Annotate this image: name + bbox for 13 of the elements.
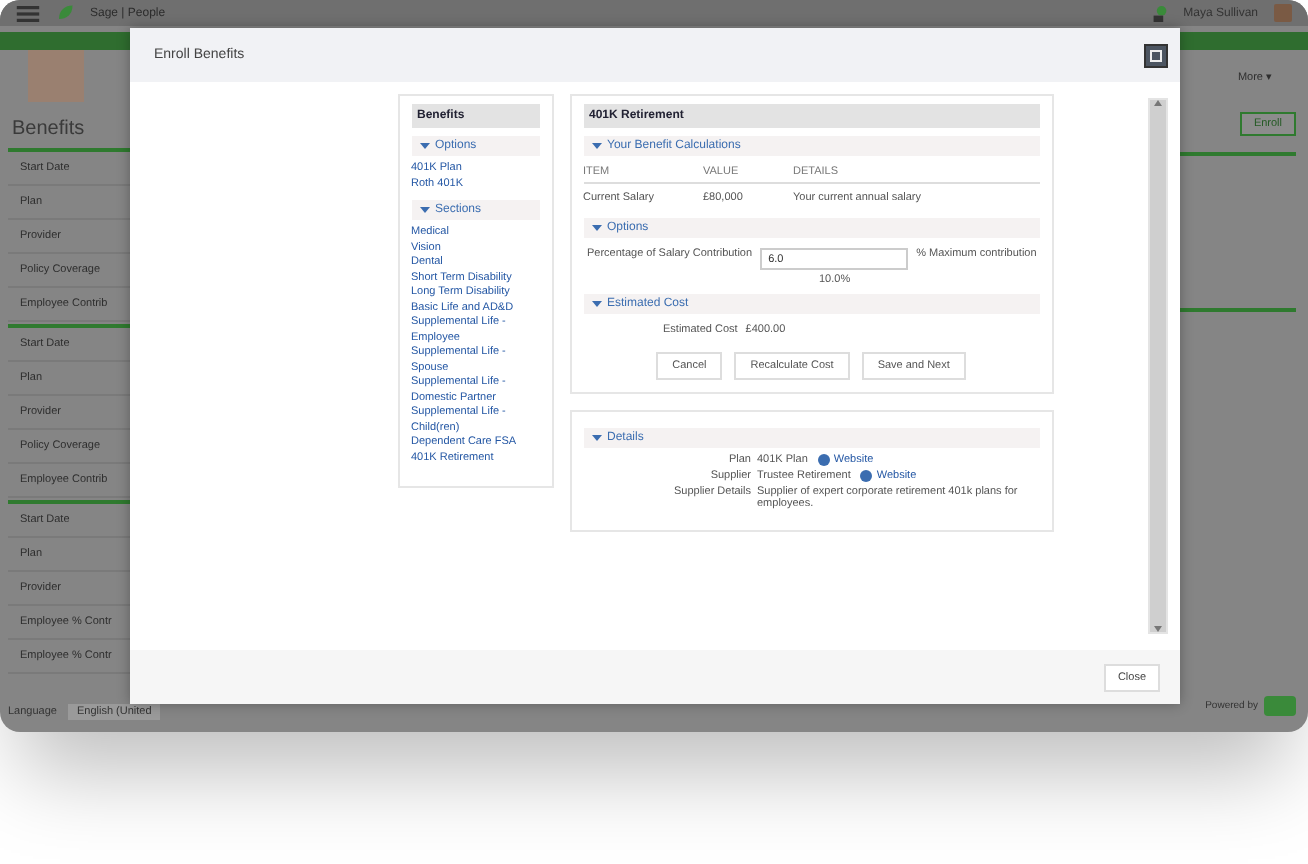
logo-icon <box>1264 696 1296 716</box>
people-icon[interactable] <box>1151 5 1168 21</box>
scroll-up-icon[interactable] <box>1154 100 1162 106</box>
scroll-down-icon[interactable] <box>1154 626 1162 632</box>
close-button[interactable] <box>1144 43 1168 67</box>
menu-icon[interactable] <box>16 5 40 21</box>
globe-icon <box>860 470 873 482</box>
page-title: Benefits <box>12 118 87 140</box>
profile-photo <box>28 50 84 102</box>
leaf-icon <box>56 4 74 22</box>
close-icon <box>1150 49 1162 61</box>
globe-icon <box>817 454 830 466</box>
scrollbar[interactable] <box>1148 98 1168 634</box>
